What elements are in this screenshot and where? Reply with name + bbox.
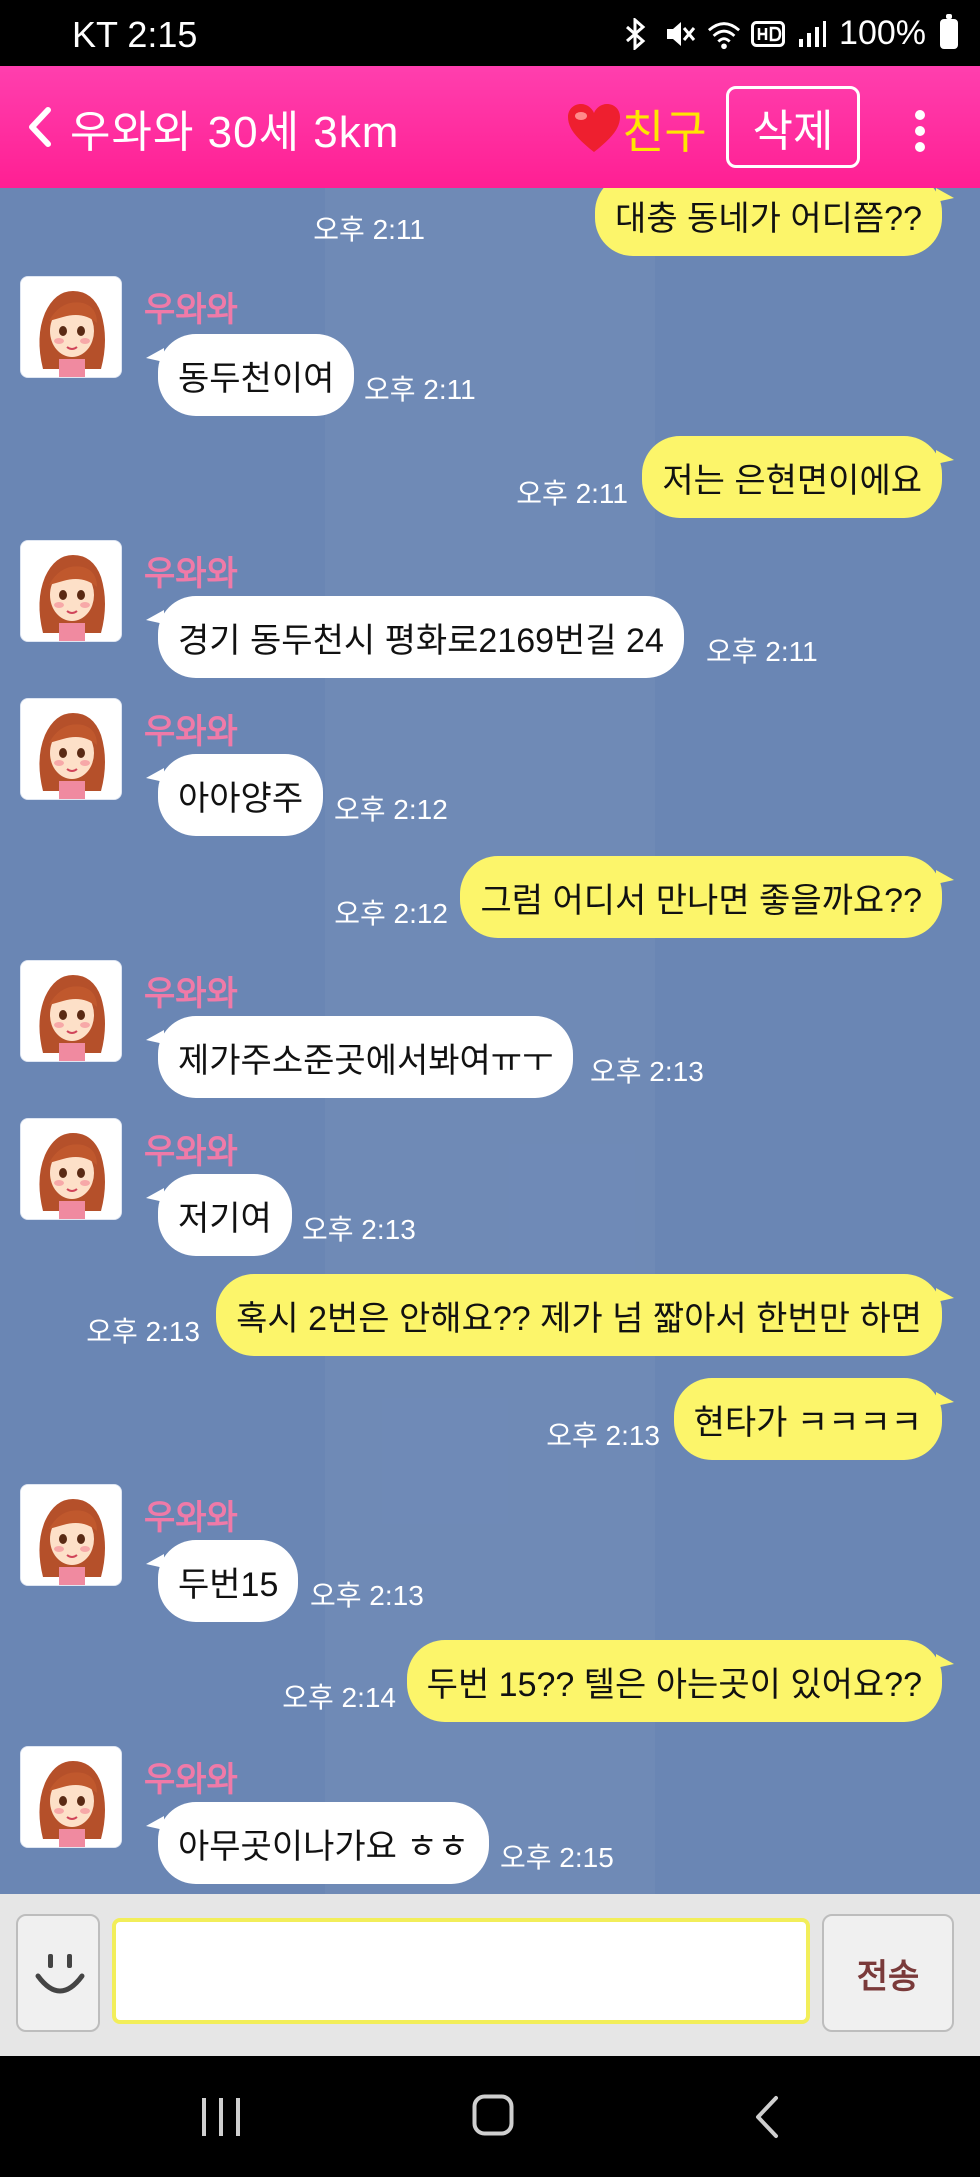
signal-icon [795, 16, 829, 52]
smile-icon [35, 1954, 85, 1994]
sender-name: 우와와 [144, 1499, 238, 1537]
battery-icon [940, 13, 958, 49]
friend-label[interactable]: 친구 [622, 96, 707, 162]
message-time: 오후 2:13 [546, 1420, 660, 1451]
back-button[interactable] [24, 104, 54, 150]
system-navigation-bar [0, 2056, 980, 2177]
message-bubble-outgoing: 혹시 2번은 안해요?? 제가 넘 짧아서 한번만 하면 [216, 1274, 954, 1356]
message-time: 오후 2:14 [282, 1682, 396, 1713]
avatar[interactable] [20, 1746, 122, 1848]
message-bubble-outgoing: 현타가 ㅋㅋㅋㅋ [673, 1378, 955, 1460]
message-time: 오후 2:12 [334, 794, 448, 825]
message-time: 오후 2:13 [590, 1056, 704, 1087]
message-bubble-incoming: 저기여 [146, 1174, 292, 1256]
message-list[interactable]: 대충 동네가 어디쯤?? 오후 2:11 우와와 동두천이여 오후 2:11 저… [0, 188, 980, 1894]
message-time: 오후 2:13 [302, 1214, 416, 1245]
sender-name: 우와와 [144, 975, 238, 1013]
avatar[interactable] [20, 698, 122, 800]
hd-icon [751, 16, 786, 52]
message-time: 오후 2:13 [86, 1316, 200, 1347]
chat-title: 우와와 30세 3km [70, 108, 400, 157]
carrier-time: KT 2:15 [72, 14, 198, 55]
sender-name: 우와와 [144, 555, 238, 593]
message-time: 오후 2:11 [364, 374, 476, 405]
message-bubble-incoming: 두번15 [145, 1540, 299, 1622]
recent-apps-icon[interactable] [200, 2098, 242, 2136]
message-bubble-outgoing: 두번 15?? 텔은 아는곳이 있어요?? [406, 1640, 955, 1722]
sender-name: 우와와 [144, 1761, 238, 1799]
message-bubble-incoming: 아무곳이나가요 ㅎㅎ [146, 1802, 489, 1884]
avatar[interactable] [20, 1118, 122, 1220]
status-icons: 100% [619, 13, 958, 53]
message-bubble-outgoing: 저는 은현면이에요 [642, 436, 954, 518]
message-bubble-incoming: 경기 동두천시 평화로2169번길 24 [146, 596, 684, 678]
message-input-bar: 전송 [0, 1894, 980, 2056]
delete-button[interactable]: 삭제 [726, 86, 860, 168]
wifi-icon [707, 16, 741, 52]
bluetooth-icon [619, 16, 653, 52]
chat-header: 우와와 30세 3km 친구 삭제 [0, 66, 980, 188]
heart-icon[interactable] [566, 102, 622, 154]
avatar[interactable] [20, 276, 122, 378]
message-time: 오후 2:15 [500, 1842, 614, 1873]
message-bubble-incoming: 제가주소준곳에서봐여ㅠㅜ [145, 1016, 574, 1098]
status-bar: KT 2:15 100% [0, 0, 980, 66]
message-bubble-incoming: 동두천이여 [145, 334, 355, 416]
sender-name: 우와와 [144, 291, 238, 329]
send-button[interactable]: 전송 [822, 1914, 954, 2032]
home-icon[interactable] [472, 2094, 514, 2136]
message-time: 오후 2:12 [334, 898, 448, 929]
avatar[interactable] [20, 1484, 122, 1586]
avatar[interactable] [20, 540, 122, 642]
message-time: 오후 2:11 [706, 636, 818, 667]
message-input[interactable] [112, 1918, 810, 2024]
message-bubble-outgoing: 그럼 어디서 만나면 좋을까요?? [460, 856, 954, 938]
mute-icon [663, 16, 697, 52]
sender-name: 우와와 [144, 713, 238, 751]
message-time: 오후 2:13 [310, 1580, 424, 1611]
nav-back-icon[interactable] [752, 2094, 782, 2140]
message-bubble-outgoing: 대충 동네가 어디쯤?? [595, 188, 954, 256]
message-time: 오후 2:11 [516, 478, 628, 509]
battery-percent: 100% [839, 14, 926, 52]
sender-name: 우와와 [144, 1133, 238, 1171]
emoticon-button[interactable] [16, 1914, 100, 2032]
message-bubble-incoming: 아아양주 [145, 754, 324, 836]
message-time: 오후 2:11 [313, 214, 425, 245]
avatar[interactable] [20, 960, 122, 1062]
chat-screen: KT 2:15 100% 우와와 30세 3km 친구 삭제 대충 동네가 어디… [0, 0, 980, 2177]
more-options-icon[interactable] [900, 106, 940, 152]
